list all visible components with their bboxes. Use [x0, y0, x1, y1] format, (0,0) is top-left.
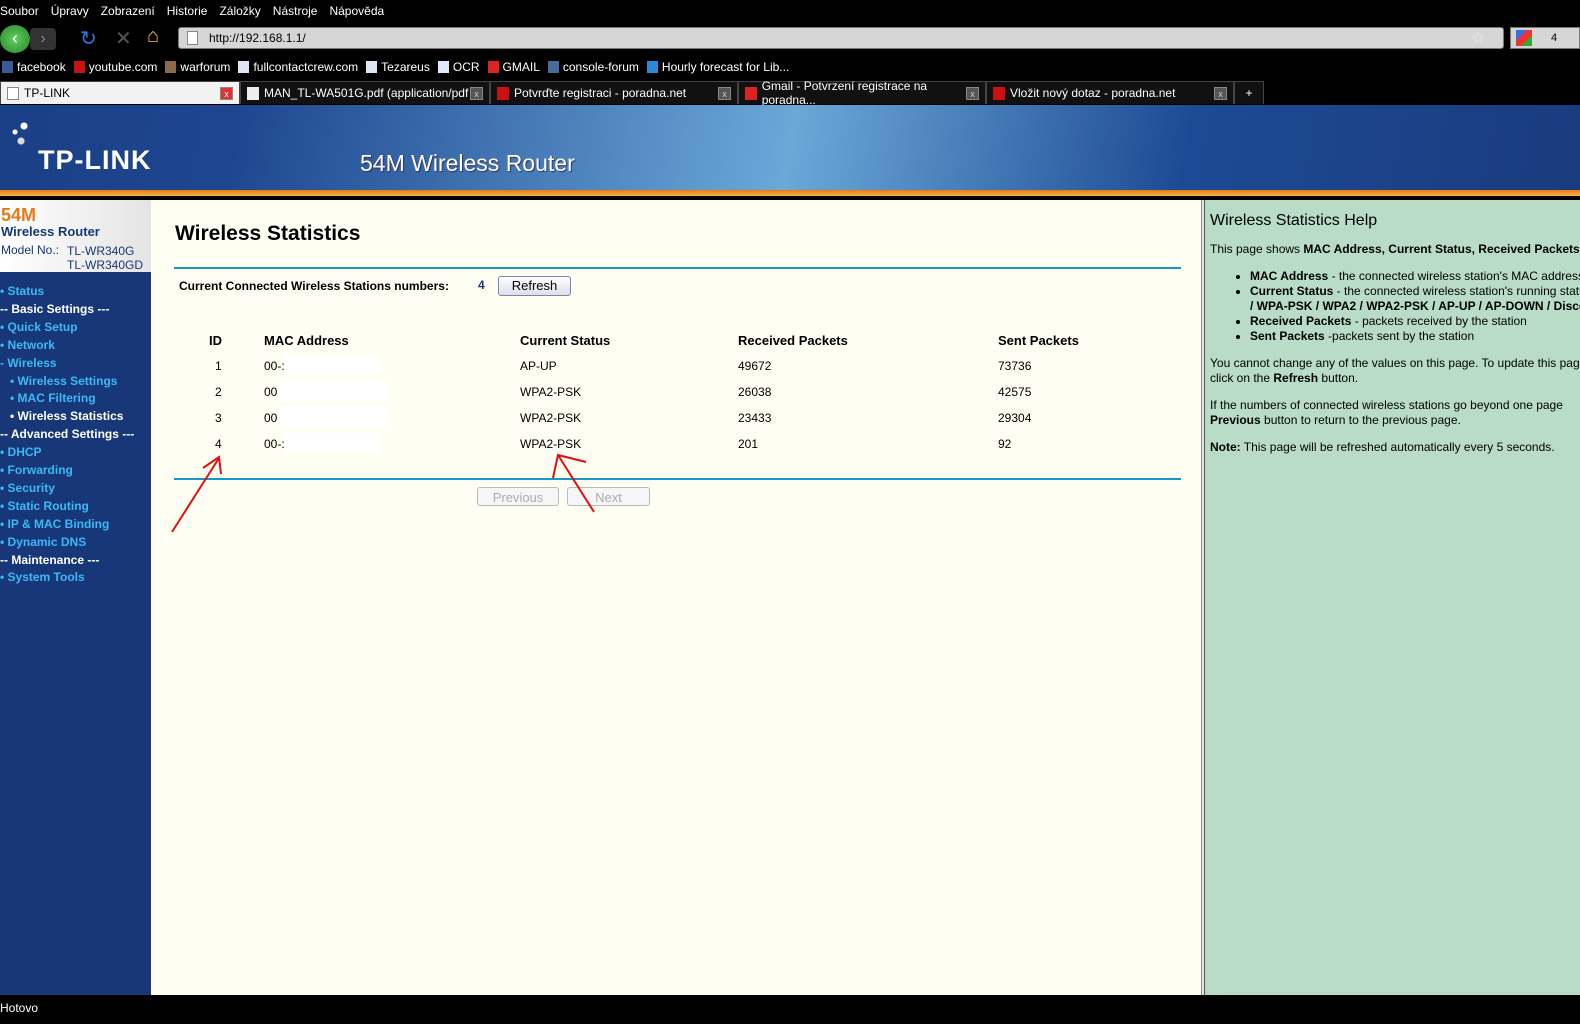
help-title: Wireless Statistics Help: [1210, 212, 1378, 229]
text-bold: / WPA-PSK / WPA2 / WPA2-PSK / AP-UP / AP…: [1250, 299, 1580, 313]
text: If the numbers of connected wireless sta…: [1210, 398, 1563, 412]
text: - the connected wireless station's runni…: [1333, 284, 1580, 298]
help-bullet: Current Status - the connected wireless …: [1250, 284, 1580, 299]
text: - packets received by the station: [1351, 314, 1527, 328]
status-text: Hotovo: [0, 1001, 39, 1015]
text-bold: Note:: [1210, 440, 1241, 454]
text: You cannot change any of the values on t…: [1210, 356, 1580, 370]
text: button.: [1318, 371, 1359, 385]
text: This page shows: [1210, 242, 1304, 256]
help-bullet: MAC Address - the connected wireless sta…: [1250, 269, 1580, 284]
help-intro: This page shows MAC Address, Current Sta…: [1210, 242, 1580, 257]
text: This page will be refreshed automaticall…: [1240, 440, 1555, 454]
text: click on the: [1210, 371, 1274, 385]
text: -packets sent by the station: [1324, 329, 1475, 343]
help-para-update: You cannot change any of the values on t…: [1210, 356, 1580, 386]
red-arrow: [202, 455, 222, 475]
help-bullet: Received Packets - packets received by t…: [1250, 314, 1580, 329]
text-bold: MAC Address, Current Status, Received Pa…: [1303, 242, 1580, 256]
help-bullet: Sent Packets -packets sent by the statio…: [1250, 329, 1580, 344]
help-note: Note: This page will be refreshed automa…: [1210, 440, 1580, 455]
help-bullet: / WPA-PSK / WPA2 / WPA2-PSK / AP-UP / AP…: [1250, 299, 1580, 314]
help-list: MAC Address - the connected wireless sta…: [1250, 269, 1580, 344]
help-para-pages: If the numbers of connected wireless sta…: [1210, 398, 1580, 428]
text-bold: Current Status: [1250, 284, 1334, 298]
text-bold: Sent Packets: [1250, 329, 1325, 343]
text-bold: MAC Address: [1250, 269, 1329, 283]
red-arrow: [171, 457, 220, 533]
red-arrow: [557, 454, 595, 513]
text-bold: Previous: [1210, 413, 1261, 427]
text: - the connected wireless station's MAC a…: [1328, 269, 1580, 283]
help-panel: Wireless Statistics Help This page shows…: [1205, 200, 1580, 995]
text: button to return to the previous page.: [1260, 413, 1461, 427]
text-bold: Received Packets: [1250, 314, 1352, 328]
status-bar: Hotovo: [0, 996, 1580, 1024]
text-bold: Refresh: [1273, 371, 1319, 385]
